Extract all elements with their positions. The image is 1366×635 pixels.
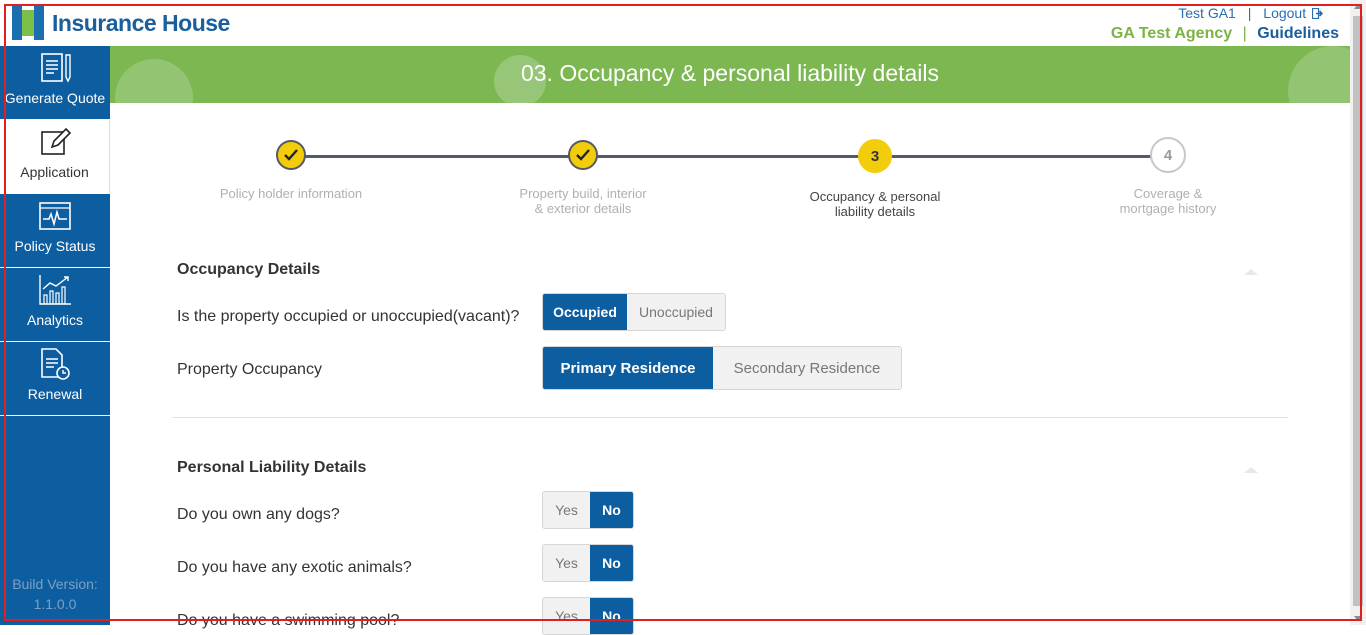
logout-icon[interactable] — [1311, 7, 1324, 20]
step-1-dot[interactable] — [276, 140, 306, 170]
pool-toggle: Yes No — [542, 597, 634, 635]
step-label-line: mortgage history — [1119, 201, 1217, 216]
exotic-animals-toggle: Yes No — [542, 544, 634, 582]
dogs-toggle: Yes No — [542, 491, 634, 529]
liability-section-title: Personal Liability Details — [177, 459, 367, 476]
brand-name: Insurance House — [52, 9, 230, 36]
build-version: Build Version: 1.1.0.0 — [0, 574, 110, 614]
exotic-no-option[interactable]: No — [590, 545, 633, 581]
occupied-question: Is the property occupied or unoccupied(v… — [177, 308, 520, 325]
occupied-option[interactable]: Occupied — [543, 294, 627, 330]
page-title: 03. Occupancy & personal liability detai… — [520, 60, 940, 86]
user-links: Test GA1 | Logout — [1178, 5, 1324, 21]
sidebar-item-label: Renewal — [27, 386, 83, 402]
agency-name: GA Test Agency — [1110, 25, 1233, 42]
quote-document-icon — [41, 53, 71, 83]
pool-question: Do you have a swimming pool? — [177, 612, 400, 629]
renewal-document-icon — [41, 348, 70, 380]
exotic-animals-question: Do you have any exotic animals? — [177, 559, 412, 576]
user-name-link[interactable]: Test GA1 — [1178, 5, 1236, 21]
sidebar-item-label: Generate Quote — [4, 90, 106, 106]
sidebar-item-label: Application — [20, 164, 89, 180]
step-4-label: Coverage & mortgage history — [1078, 186, 1258, 216]
stepper-line-upcoming — [876, 155, 1154, 158]
scroll-down-icon[interactable] — [1354, 616, 1362, 621]
sidebar-item-application[interactable]: Application — [0, 120, 110, 194]
build-version-label: Build Version: — [12, 576, 98, 592]
secondary-residence-option[interactable]: Secondary Residence — [713, 347, 901, 389]
sidebar-item-label: Analytics — [26, 312, 84, 328]
dogs-question: Do you own any dogs? — [177, 506, 340, 523]
property-occupancy-question: Property Occupancy — [177, 361, 322, 378]
progress-stepper: 3 4 Policy holder information Property b… — [110, 103, 1350, 223]
step-label-line: liability details — [834, 204, 916, 219]
agency-divider: | — [1242, 25, 1247, 42]
sidebar-item-label: Policy Status — [14, 238, 96, 254]
step-label-line: Coverage & — [1133, 186, 1203, 201]
pulse-monitor-icon — [39, 202, 71, 230]
build-version-value: 1.1.0.0 — [33, 596, 77, 612]
check-icon — [284, 149, 298, 161]
step-2-label: Property build, interior & exterior deta… — [493, 186, 673, 216]
primary-residence-option[interactable]: Primary Residence — [543, 347, 713, 389]
sidebar-item-analytics[interactable]: Analytics — [0, 268, 110, 342]
step-2-dot[interactable] — [568, 140, 598, 170]
sidebar: Generate Quote Application Policy Status… — [0, 46, 110, 625]
logout-link[interactable]: Logout — [1263, 5, 1306, 21]
dogs-no-option[interactable]: No — [590, 492, 633, 528]
step-3-label: Occupancy & personal liability details — [785, 189, 965, 219]
occupancy-section-title: Occupancy Details — [177, 261, 321, 278]
pool-no-option[interactable]: No — [590, 598, 633, 634]
agency-links: GA Test Agency | Guidelines — [1111, 25, 1339, 43]
occupied-toggle: Occupied Unoccupied — [542, 293, 726, 331]
scrollbar-thumb[interactable] — [1353, 16, 1363, 606]
step-label-line: Occupancy & personal — [809, 189, 941, 204]
link-divider: | — [1247, 5, 1252, 21]
edit-icon — [40, 127, 71, 155]
collapse-occupancy-icon[interactable] — [1244, 269, 1258, 275]
step-label-line: & exterior details — [534, 201, 632, 216]
step-3-dot[interactable]: 3 — [858, 139, 892, 173]
step-label-line: Policy holder information — [219, 186, 363, 201]
check-icon — [576, 149, 590, 161]
sidebar-item-generate-quote[interactable]: Generate Quote — [0, 46, 110, 120]
scroll-up-icon[interactable] — [1354, 4, 1362, 9]
step-1-label: Policy holder information — [201, 186, 381, 201]
app-header: Insurance House Test GA1 | Logout GA Tes… — [0, 0, 1350, 46]
dogs-yes-option[interactable]: Yes — [543, 492, 590, 528]
step-4-dot[interactable]: 4 — [1150, 137, 1186, 173]
page-scrollbar[interactable] — [1350, 0, 1366, 625]
property-occupancy-toggle: Primary Residence Secondary Residence — [542, 346, 902, 390]
pool-yes-option[interactable]: Yes — [543, 598, 590, 634]
step-label-line: Property build, interior — [519, 186, 647, 201]
page-banner: 03. Occupancy & personal liability detai… — [110, 46, 1350, 103]
sidebar-item-renewal[interactable]: Renewal — [0, 342, 110, 416]
collapse-liability-icon[interactable] — [1244, 467, 1258, 473]
logo-icon — [12, 6, 44, 40]
bar-chart-icon — [39, 275, 71, 305]
unoccupied-option[interactable]: Unoccupied — [627, 294, 725, 330]
brand-logo[interactable]: Insurance House — [12, 6, 230, 40]
sidebar-item-policy-status[interactable]: Policy Status — [0, 194, 110, 268]
section-divider — [172, 417, 1288, 418]
guidelines-link[interactable]: Guidelines — [1257, 25, 1339, 42]
exotic-yes-option[interactable]: Yes — [543, 545, 590, 581]
